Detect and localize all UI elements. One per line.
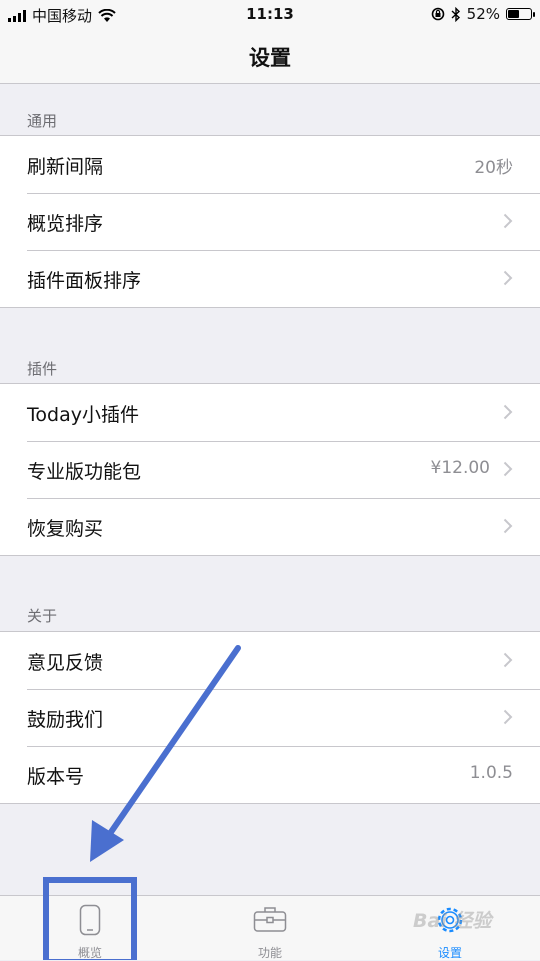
row-label: 恢复购买 (27, 518, 104, 540)
row-value: 20秒 (474, 158, 513, 178)
chevron-right-icon (503, 213, 513, 229)
battery-level (508, 10, 519, 18)
status-right: 52% (431, 5, 535, 23)
row-restore-purchase[interactable]: 恢复购买 (0, 498, 540, 555)
row-refresh-interval[interactable]: 刷新间隔 20秒 (0, 136, 540, 193)
row-encourage-us[interactable]: 鼓励我们 (0, 689, 540, 746)
orientation-lock-icon (431, 7, 444, 21)
row-value-version: 1.0.5 (469, 763, 513, 783)
annotation-arrow-head (90, 820, 124, 862)
toolbox-icon (253, 907, 287, 932)
row-label: 意见反馈 (27, 652, 104, 674)
chevron-right-icon (503, 404, 513, 420)
section-header-plugins: 插件 (27, 360, 58, 378)
phone-icon (79, 904, 101, 936)
settings-group-about: 意见反馈 鼓励我们 版本号 1.0.5 (0, 631, 540, 804)
tab-functions[interactable]: 功能 (210, 896, 330, 961)
row-widget-panel-sort[interactable]: 插件面板排序 (0, 250, 540, 307)
chevron-right-icon (503, 709, 513, 725)
row-overview-sort[interactable]: 概览排序 (0, 193, 540, 250)
page-title: 设置 (249, 46, 291, 70)
settings-group-general: 刷新间隔 20秒 概览排序 插件面板排序 (0, 135, 540, 308)
row-value-price: ¥12.00 (430, 458, 490, 478)
navigation-bar: 设置 (0, 30, 540, 84)
chevron-right-icon (503, 461, 513, 477)
row-label: 刷新间隔 (27, 156, 104, 178)
row-label: 插件面板排序 (27, 270, 142, 292)
row-label: 专业版功能包 (27, 461, 142, 483)
battery-icon (506, 8, 535, 20)
status-bar: 中国移动 11:13 52% (0, 0, 540, 30)
chevron-right-icon (503, 270, 513, 286)
chevron-right-icon (503, 518, 513, 534)
row-label: Today小插件 (27, 404, 139, 426)
row-label: 概览排序 (27, 213, 104, 235)
tab-label: 设置 (437, 946, 462, 960)
section-header-general: 通用 (27, 112, 58, 130)
row-today-widget[interactable]: Today小插件 (0, 384, 540, 441)
section-header-about: 关于 (27, 607, 58, 625)
row-feedback[interactable]: 意见反馈 (0, 632, 540, 689)
tab-label: 概览 (77, 946, 102, 960)
battery-percent: 52% (466, 5, 500, 23)
bluetooth-icon (451, 6, 460, 22)
tab-label: 功能 (257, 946, 282, 960)
chevron-right-icon (503, 652, 513, 668)
watermark: Bai 经验 (413, 910, 492, 932)
row-version: 版本号 1.0.5 (0, 746, 540, 803)
row-pro-pack[interactable]: 专业版功能包 ¥12.00 (0, 441, 540, 498)
row-label: 版本号 (27, 766, 85, 788)
row-label: 鼓励我们 (27, 709, 104, 731)
settings-group-plugins: Today小插件 专业版功能包 ¥12.00 恢复购买 (0, 383, 540, 556)
tab-overview[interactable]: 概览 (30, 896, 150, 961)
